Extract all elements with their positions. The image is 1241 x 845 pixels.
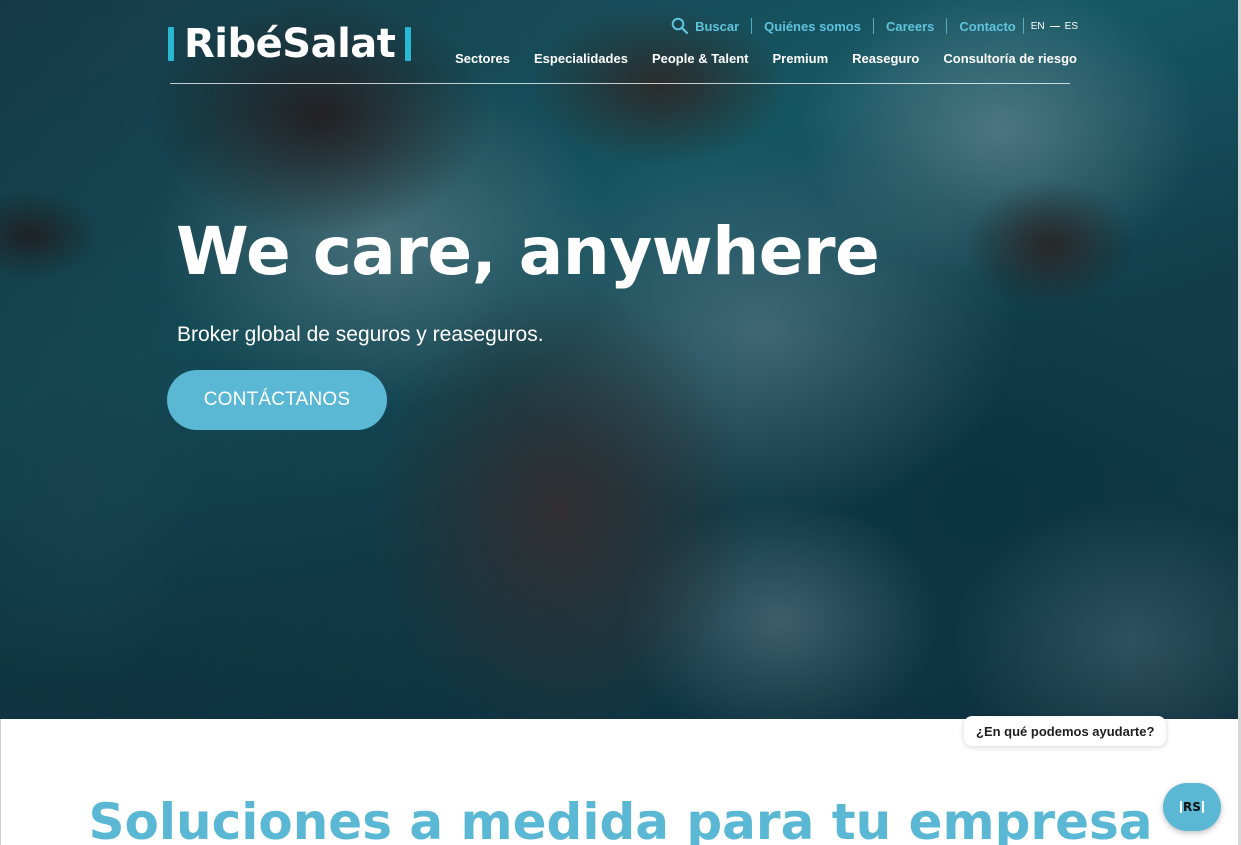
site-logo[interactable]: RibéSalat bbox=[168, 21, 412, 67]
lang-en-link[interactable]: EN bbox=[1031, 21, 1045, 32]
contact-button[interactable]: CONTÁCTANOS bbox=[167, 370, 387, 430]
top-navigation: Buscar Quiénes somos Careers Contacto EN… bbox=[671, 17, 1078, 35]
nav-item-consultoria-de-riesgo[interactable]: Consultoría de riesgo bbox=[943, 51, 1077, 66]
chat-logo-bar-left bbox=[1180, 801, 1183, 813]
nav-link-contacto[interactable]: Contacto bbox=[959, 19, 1015, 34]
logo-bar-right bbox=[405, 27, 412, 61]
nav-item-people-talent[interactable]: People & Talent bbox=[652, 51, 749, 66]
nav-divider bbox=[946, 18, 948, 34]
chat-prompt-bubble[interactable]: ¿En qué podemos ayudarte? bbox=[964, 716, 1167, 746]
nav-item-especialidades[interactable]: Especialidades bbox=[534, 51, 628, 66]
logo-bar-left bbox=[168, 27, 174, 61]
search-icon bbox=[671, 17, 689, 35]
search-label: Buscar bbox=[695, 18, 740, 34]
lang-es-link[interactable]: ES bbox=[1065, 21, 1078, 32]
hero-banner: RibéSalat Buscar Quiénes somos Careers C… bbox=[0, 0, 1241, 719]
section-title: Soluciones a medida para tu empresa bbox=[88, 793, 1153, 845]
chat-logo-text: RS bbox=[1183, 800, 1201, 814]
main-navigation: Sectores Especialidades People & Talent … bbox=[455, 49, 1077, 67]
search-link[interactable]: Buscar bbox=[671, 17, 739, 35]
hero-subtitle: Broker global de seguros y reaseguros. bbox=[177, 323, 544, 346]
nav-divider bbox=[872, 18, 874, 34]
nav-link-careers[interactable]: Careers bbox=[886, 19, 934, 34]
lang-separator bbox=[1049, 25, 1060, 27]
chat-logo-bar-right bbox=[1201, 801, 1204, 813]
nav-link-quienes-somos[interactable]: Quiénes somos bbox=[764, 19, 861, 34]
chat-launcher-button[interactable]: RS bbox=[1163, 783, 1221, 831]
header-divider bbox=[170, 83, 1070, 84]
hero-title: We care, anywhere bbox=[176, 213, 880, 290]
nav-item-premium[interactable]: Premium bbox=[773, 51, 829, 66]
page: RibéSalat Buscar Quiénes somos Careers C… bbox=[0, 0, 1241, 845]
nav-item-sectores[interactable]: Sectores bbox=[455, 51, 510, 66]
language-switcher: EN ES bbox=[1031, 21, 1078, 32]
chat-logo-icon: RS bbox=[1180, 800, 1204, 814]
hero-overlay bbox=[0, 0, 1241, 719]
nav-item-reaseguro[interactable]: Reaseguro bbox=[852, 51, 919, 66]
logo-text: RibéSalat bbox=[184, 21, 396, 67]
nav-divider bbox=[751, 18, 753, 34]
nav-divider bbox=[1022, 18, 1024, 34]
